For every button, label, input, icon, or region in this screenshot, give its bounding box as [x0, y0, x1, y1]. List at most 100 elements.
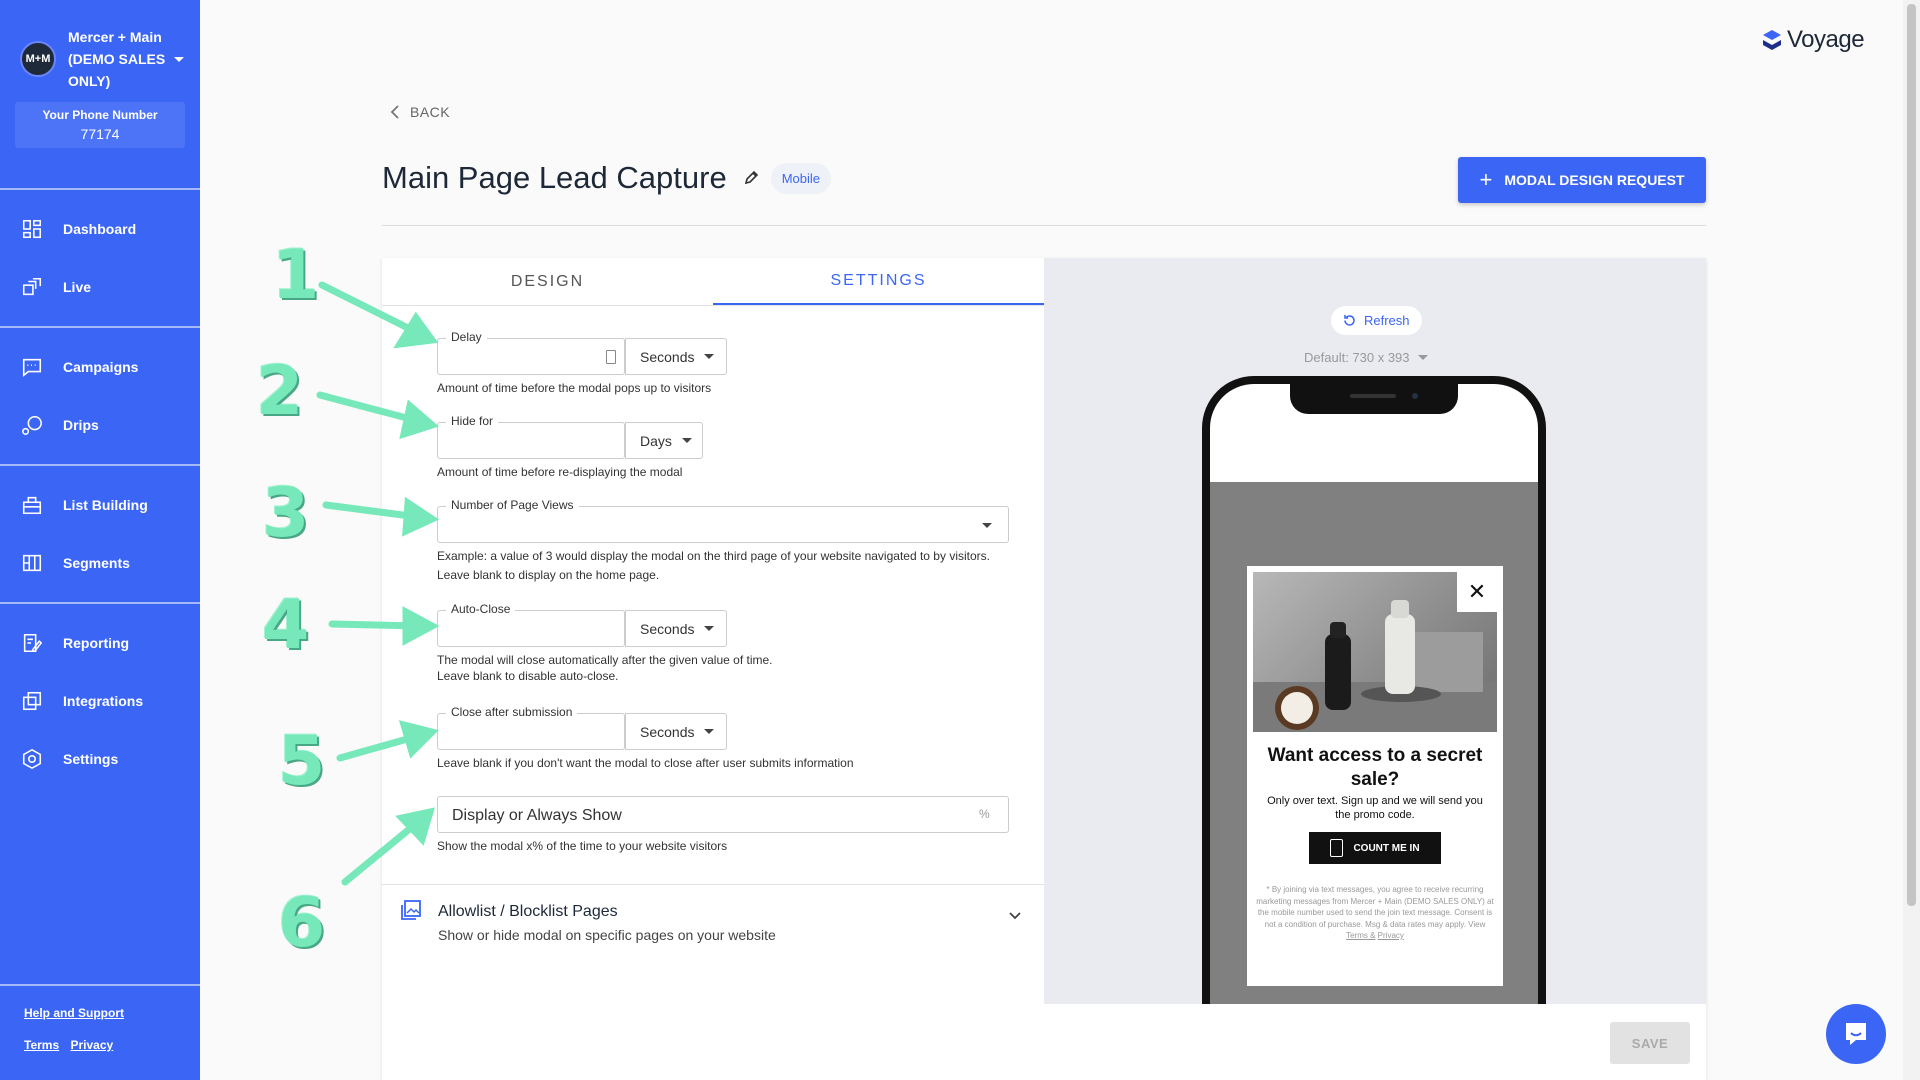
phone-number-box: Your Phone Number 77174 [15, 102, 185, 148]
chat-launcher-button[interactable] [1826, 1004, 1886, 1064]
refresh-label: Refresh [1364, 313, 1410, 328]
sidebar: M+M Mercer + Main (DEMO SALES ONLY) Your… [0, 0, 200, 1080]
display-percent-field: Display or Always Show % Show the modal … [437, 796, 1009, 856]
dashboard-icon [20, 217, 44, 241]
hide-for-unit: Days [640, 432, 672, 449]
help-support-link[interactable]: Help and Support [24, 1006, 200, 1020]
accordion-subtitle: Show or hide modal on specific pages on … [438, 927, 776, 943]
disclaimer-privacy-link[interactable]: Privacy [1378, 931, 1404, 940]
plus-icon: + [1479, 167, 1493, 192]
phone-icon [1330, 839, 1344, 857]
annotation-number: 1 [272, 236, 320, 315]
phone-speaker [1350, 394, 1396, 398]
count-me-in-button[interactable]: COUNT ME IN [1309, 832, 1441, 864]
auto-close-helper: The modal will close automatically after… [437, 651, 773, 686]
close-after-helper: Leave blank if you don't want the modal … [437, 756, 854, 770]
delay-helper: Amount of time before the modal pops up … [437, 381, 712, 395]
page-views-select[interactable]: Number of Page Views [437, 498, 1009, 543]
phone-notch [1290, 384, 1458, 414]
annotation-number: 6 [278, 884, 326, 963]
close-after-unit-select[interactable]: Seconds [625, 713, 727, 750]
display-percent-helper: Show the modal x% of the time to your we… [437, 839, 728, 853]
popup-modal-preview: ✕ Want access to a secret sale? Only ove… [1247, 566, 1503, 986]
account-switcher[interactable]: M+M Mercer + Main (DEMO SALES ONLY) [0, 0, 200, 92]
hide-for-label: Hide for [446, 414, 499, 428]
sidebar-item-label: Settings [63, 751, 119, 767]
auto-close-label: Auto-Close [446, 602, 516, 616]
account-name: Mercer + Main (DEMO SALES ONLY) [68, 29, 166, 89]
percent-suffix: % [979, 807, 990, 821]
voyage-logo-icon [1763, 30, 1781, 50]
hide-for-field: Hide for Days Amount of time before re-d… [437, 414, 703, 482]
delay-unit: Seconds [640, 348, 695, 365]
terms-link[interactable]: Terms [24, 1038, 59, 1052]
sidebar-item-label: Campaigns [63, 359, 139, 375]
sidebar-item-label: List Building [63, 497, 148, 513]
sidebar-item-list-building[interactable]: List Building [0, 476, 200, 534]
sidebar-item-label: Drips [63, 417, 99, 433]
live-icon [20, 275, 44, 299]
divider [0, 984, 200, 986]
list-building-icon [20, 493, 44, 517]
sidebar-item-segments[interactable]: Segments [0, 534, 200, 592]
preview-size-select[interactable]: Default: 730 x 393 [1304, 350, 1428, 365]
back-link[interactable]: BACK [388, 104, 450, 120]
hide-for-input[interactable]: Hide for Days [437, 414, 703, 459]
page-scrollbar[interactable] [1903, 0, 1920, 1080]
hide-for-helper: Amount of time before re-displaying the … [437, 465, 683, 479]
annotation-number: 3 [262, 474, 310, 553]
sidebar-item-campaigns[interactable]: Campaigns [0, 338, 200, 396]
auto-close-unit-select[interactable]: Seconds [625, 610, 727, 647]
image-stack-icon [401, 900, 421, 920]
scrollbar-thumb[interactable] [1907, 4, 1916, 906]
annotation-number: 4 [262, 586, 310, 665]
save-button[interactable]: SAVE [1610, 1022, 1690, 1064]
modal-close-button[interactable]: ✕ [1457, 572, 1497, 612]
display-percent-placeholder: Display or Always Show [452, 807, 622, 824]
auto-close-input[interactable]: Auto-Close Seconds [437, 602, 727, 647]
sidebar-item-integrations[interactable]: Integrations [0, 672, 200, 730]
annotation-number: 5 [278, 722, 326, 801]
modal-body-text: Only over text. Sign up and we will send… [1267, 795, 1483, 821]
close-after-unit: Seconds [640, 723, 695, 740]
sidebar-item-reporting[interactable]: Reporting [0, 614, 200, 672]
chevron-down-icon [174, 56, 184, 62]
preview-size-label: Default: 730 x 393 [1304, 350, 1410, 365]
phone-mockup: ✕ Want access to a secret sale? Only ove… [1202, 376, 1546, 1004]
reporting-icon [20, 631, 44, 655]
modal-headline: Want access to a secret sale? [1267, 745, 1483, 790]
caret-down-icon [982, 523, 992, 528]
sidebar-item-drips[interactable]: Drips [0, 396, 200, 454]
number-stepper-icon[interactable] [606, 350, 616, 364]
divider [382, 225, 1706, 226]
chevron-down-icon[interactable] [1008, 911, 1022, 921]
tab-settings[interactable]: SETTINGS [713, 258, 1044, 305]
integrations-icon [20, 689, 44, 713]
sidebar-item-dashboard[interactable]: Dashboard [0, 200, 200, 258]
avatar: M+M [20, 41, 56, 77]
display-percent-input[interactable]: Display or Always Show % [437, 796, 1009, 833]
hide-for-unit-select[interactable]: Days [625, 422, 703, 459]
sidebar-item-settings[interactable]: Settings [0, 730, 200, 788]
close-after-input[interactable]: Close after submission Seconds [437, 705, 727, 750]
close-icon: ✕ [1467, 579, 1487, 604]
phone-screen-overlay: ✕ Want access to a secret sale? Only ove… [1210, 482, 1538, 1004]
refresh-button[interactable]: Refresh [1331, 306, 1422, 335]
modal-disclaimer: * By joining via text messages, you agre… [1253, 884, 1497, 942]
brand-name: Voyage [1787, 26, 1865, 53]
cta-label: COUNT ME IN [1353, 842, 1420, 854]
disclaimer-text: * By joining via text messages, you agre… [1256, 885, 1494, 929]
disclaimer-terms-link[interactable]: Terms & [1346, 931, 1375, 940]
page-title: Main Page Lead Capture [382, 160, 727, 195]
sidebar-item-live[interactable]: Live [0, 258, 200, 316]
privacy-link[interactable]: Privacy [70, 1038, 113, 1052]
delay-unit-select[interactable]: Seconds [625, 338, 727, 375]
pencil-icon[interactable] [743, 170, 759, 186]
allowlist-accordion[interactable]: Allowlist / Blocklist Pages Show or hide… [382, 884, 1044, 964]
tab-design[interactable]: DESIGN [382, 258, 713, 305]
chat-icon [1846, 1023, 1866, 1045]
delay-input[interactable]: Delay Seconds [437, 330, 727, 375]
caret-down-icon [704, 729, 715, 734]
modal-design-request-button[interactable]: + MODAL DESIGN REQUEST [1458, 157, 1706, 203]
drips-icon [20, 413, 44, 437]
